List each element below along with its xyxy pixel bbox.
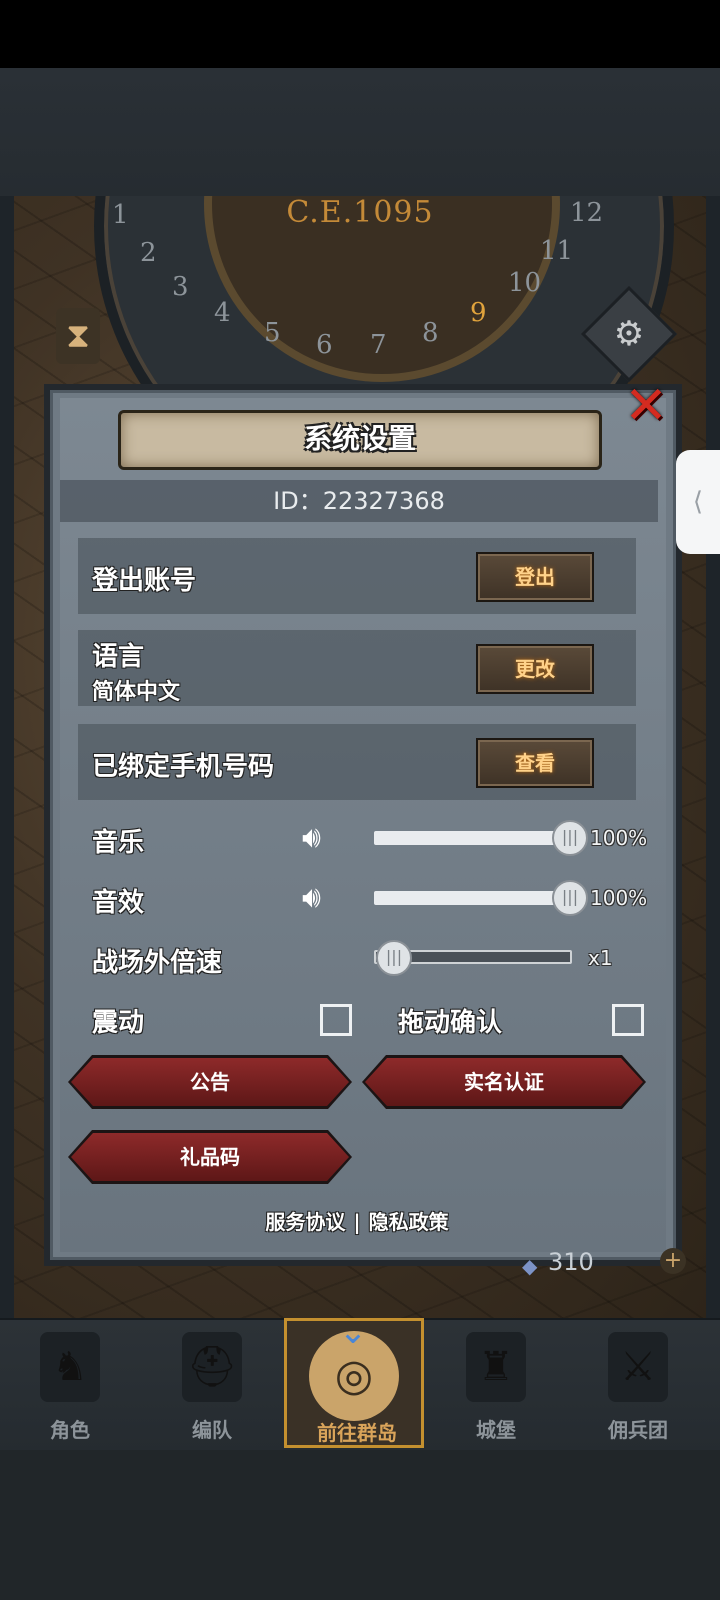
language-row: 语言 简体中文 更改 xyxy=(78,630,636,706)
hourglass-icon[interactable]: ⧗ xyxy=(56,308,100,364)
language-value: 简体中文 xyxy=(92,680,181,705)
language-label: 语言 xyxy=(92,642,145,672)
dial-number: 8 xyxy=(422,318,439,348)
dial-number-active: 9 xyxy=(470,298,487,328)
logout-label: 登出账号 xyxy=(92,566,197,596)
vibration-checkbox[interactable] xyxy=(320,1004,352,1036)
music-label: 音乐 xyxy=(92,828,145,858)
logout-row: 登出账号 登出 xyxy=(78,538,636,614)
dial-number: 3 xyxy=(172,272,189,302)
drag-confirm-label: 拖动确认 xyxy=(398,1008,503,1038)
nav-item-castle[interactable]: ♜ 城堡 xyxy=(426,1318,566,1448)
music-slider-handle[interactable]: ||| xyxy=(552,820,588,856)
nav-label: 编队 xyxy=(192,1418,232,1442)
year-label: C.E.1095 xyxy=(286,195,434,230)
phone-row: 已绑定手机号码 查看 xyxy=(78,724,636,800)
chevron-down-icon: ⌄ xyxy=(338,1312,368,1352)
nav-label: 角色 xyxy=(50,1418,90,1442)
speaker-icon[interactable]: 🔊︎ xyxy=(302,818,346,858)
mercenary-icon: ⚔ xyxy=(608,1332,668,1402)
dial-number: 4 xyxy=(214,298,231,328)
dial-number: 7 xyxy=(370,330,387,360)
dial-number: 10 xyxy=(508,268,542,298)
status-bar xyxy=(0,0,720,68)
nav-label: 城堡 xyxy=(476,1418,516,1442)
nav-item-mercenary[interactable]: ⚔ 佣兵团 xyxy=(568,1318,708,1448)
dial-number: 11 xyxy=(540,236,574,266)
dial-number: 2 xyxy=(140,238,157,268)
dial-number: 12 xyxy=(570,198,604,228)
realname-button[interactable]: 实名认证 xyxy=(365,1058,643,1106)
nav-label: 佣兵团 xyxy=(608,1418,668,1442)
side-drawer-handle[interactable]: ⟨ xyxy=(676,450,720,554)
castle-icon: ♜ xyxy=(466,1332,526,1402)
sfx-slider-handle[interactable]: ||| xyxy=(552,880,588,916)
bottom-bar xyxy=(0,1450,720,1600)
gift-code-button[interactable]: 礼品码 xyxy=(71,1133,349,1181)
top-band xyxy=(0,68,720,196)
view-phone-button[interactable]: 查看 xyxy=(476,738,594,788)
music-percent: 100% xyxy=(590,826,648,850)
change-language-button[interactable]: 更改 xyxy=(476,644,594,694)
notice-button[interactable]: 公告 xyxy=(71,1058,349,1106)
service-agreement-link[interactable]: 服务协议 xyxy=(265,1210,345,1234)
dial-number: 1 xyxy=(112,200,129,230)
nav-item-formation[interactable]: ⛑ 编队 xyxy=(142,1318,282,1448)
dial-number: 6 xyxy=(316,330,333,360)
close-button[interactable]: ✕ xyxy=(620,380,672,432)
drag-confirm-checkbox[interactable] xyxy=(612,1004,644,1036)
phone-label: 已绑定手机号码 xyxy=(92,752,275,782)
helmet-icon: ⛑ xyxy=(182,1332,242,1402)
dial-number: 5 xyxy=(264,318,281,348)
nav-item-character[interactable]: ♞ 角色 xyxy=(0,1318,140,1448)
vibration-label: 震动 xyxy=(92,1008,145,1038)
sfx-label: 音效 xyxy=(92,888,145,918)
sfx-percent: 100% xyxy=(590,886,648,910)
music-slider[interactable] xyxy=(374,831,570,845)
nav-label: 前往群岛 xyxy=(317,1421,397,1445)
knight-icon: ♞ xyxy=(40,1332,100,1402)
gem-icon: ◆ xyxy=(522,1254,538,1278)
player-id: ID：22327368 xyxy=(60,480,658,522)
speed-slider-handle[interactable]: ||| xyxy=(376,940,412,976)
link-separator: | xyxy=(353,1210,361,1234)
speaker-icon[interactable]: 🔊︎ xyxy=(302,878,346,918)
privacy-policy-link[interactable]: 隐私政策 xyxy=(369,1210,449,1234)
add-resource-button[interactable]: + xyxy=(660,1248,686,1274)
dialog-title: 系统设置 xyxy=(303,422,416,455)
logout-button[interactable]: 登出 xyxy=(476,552,594,602)
resource-count: 310 xyxy=(548,1248,594,1276)
speed-label: 战场外倍速 xyxy=(92,948,223,978)
sfx-slider[interactable] xyxy=(374,891,570,905)
speed-value: x1 xyxy=(588,946,613,970)
legal-links: 服务协议 | 隐私政策 xyxy=(44,1206,670,1235)
